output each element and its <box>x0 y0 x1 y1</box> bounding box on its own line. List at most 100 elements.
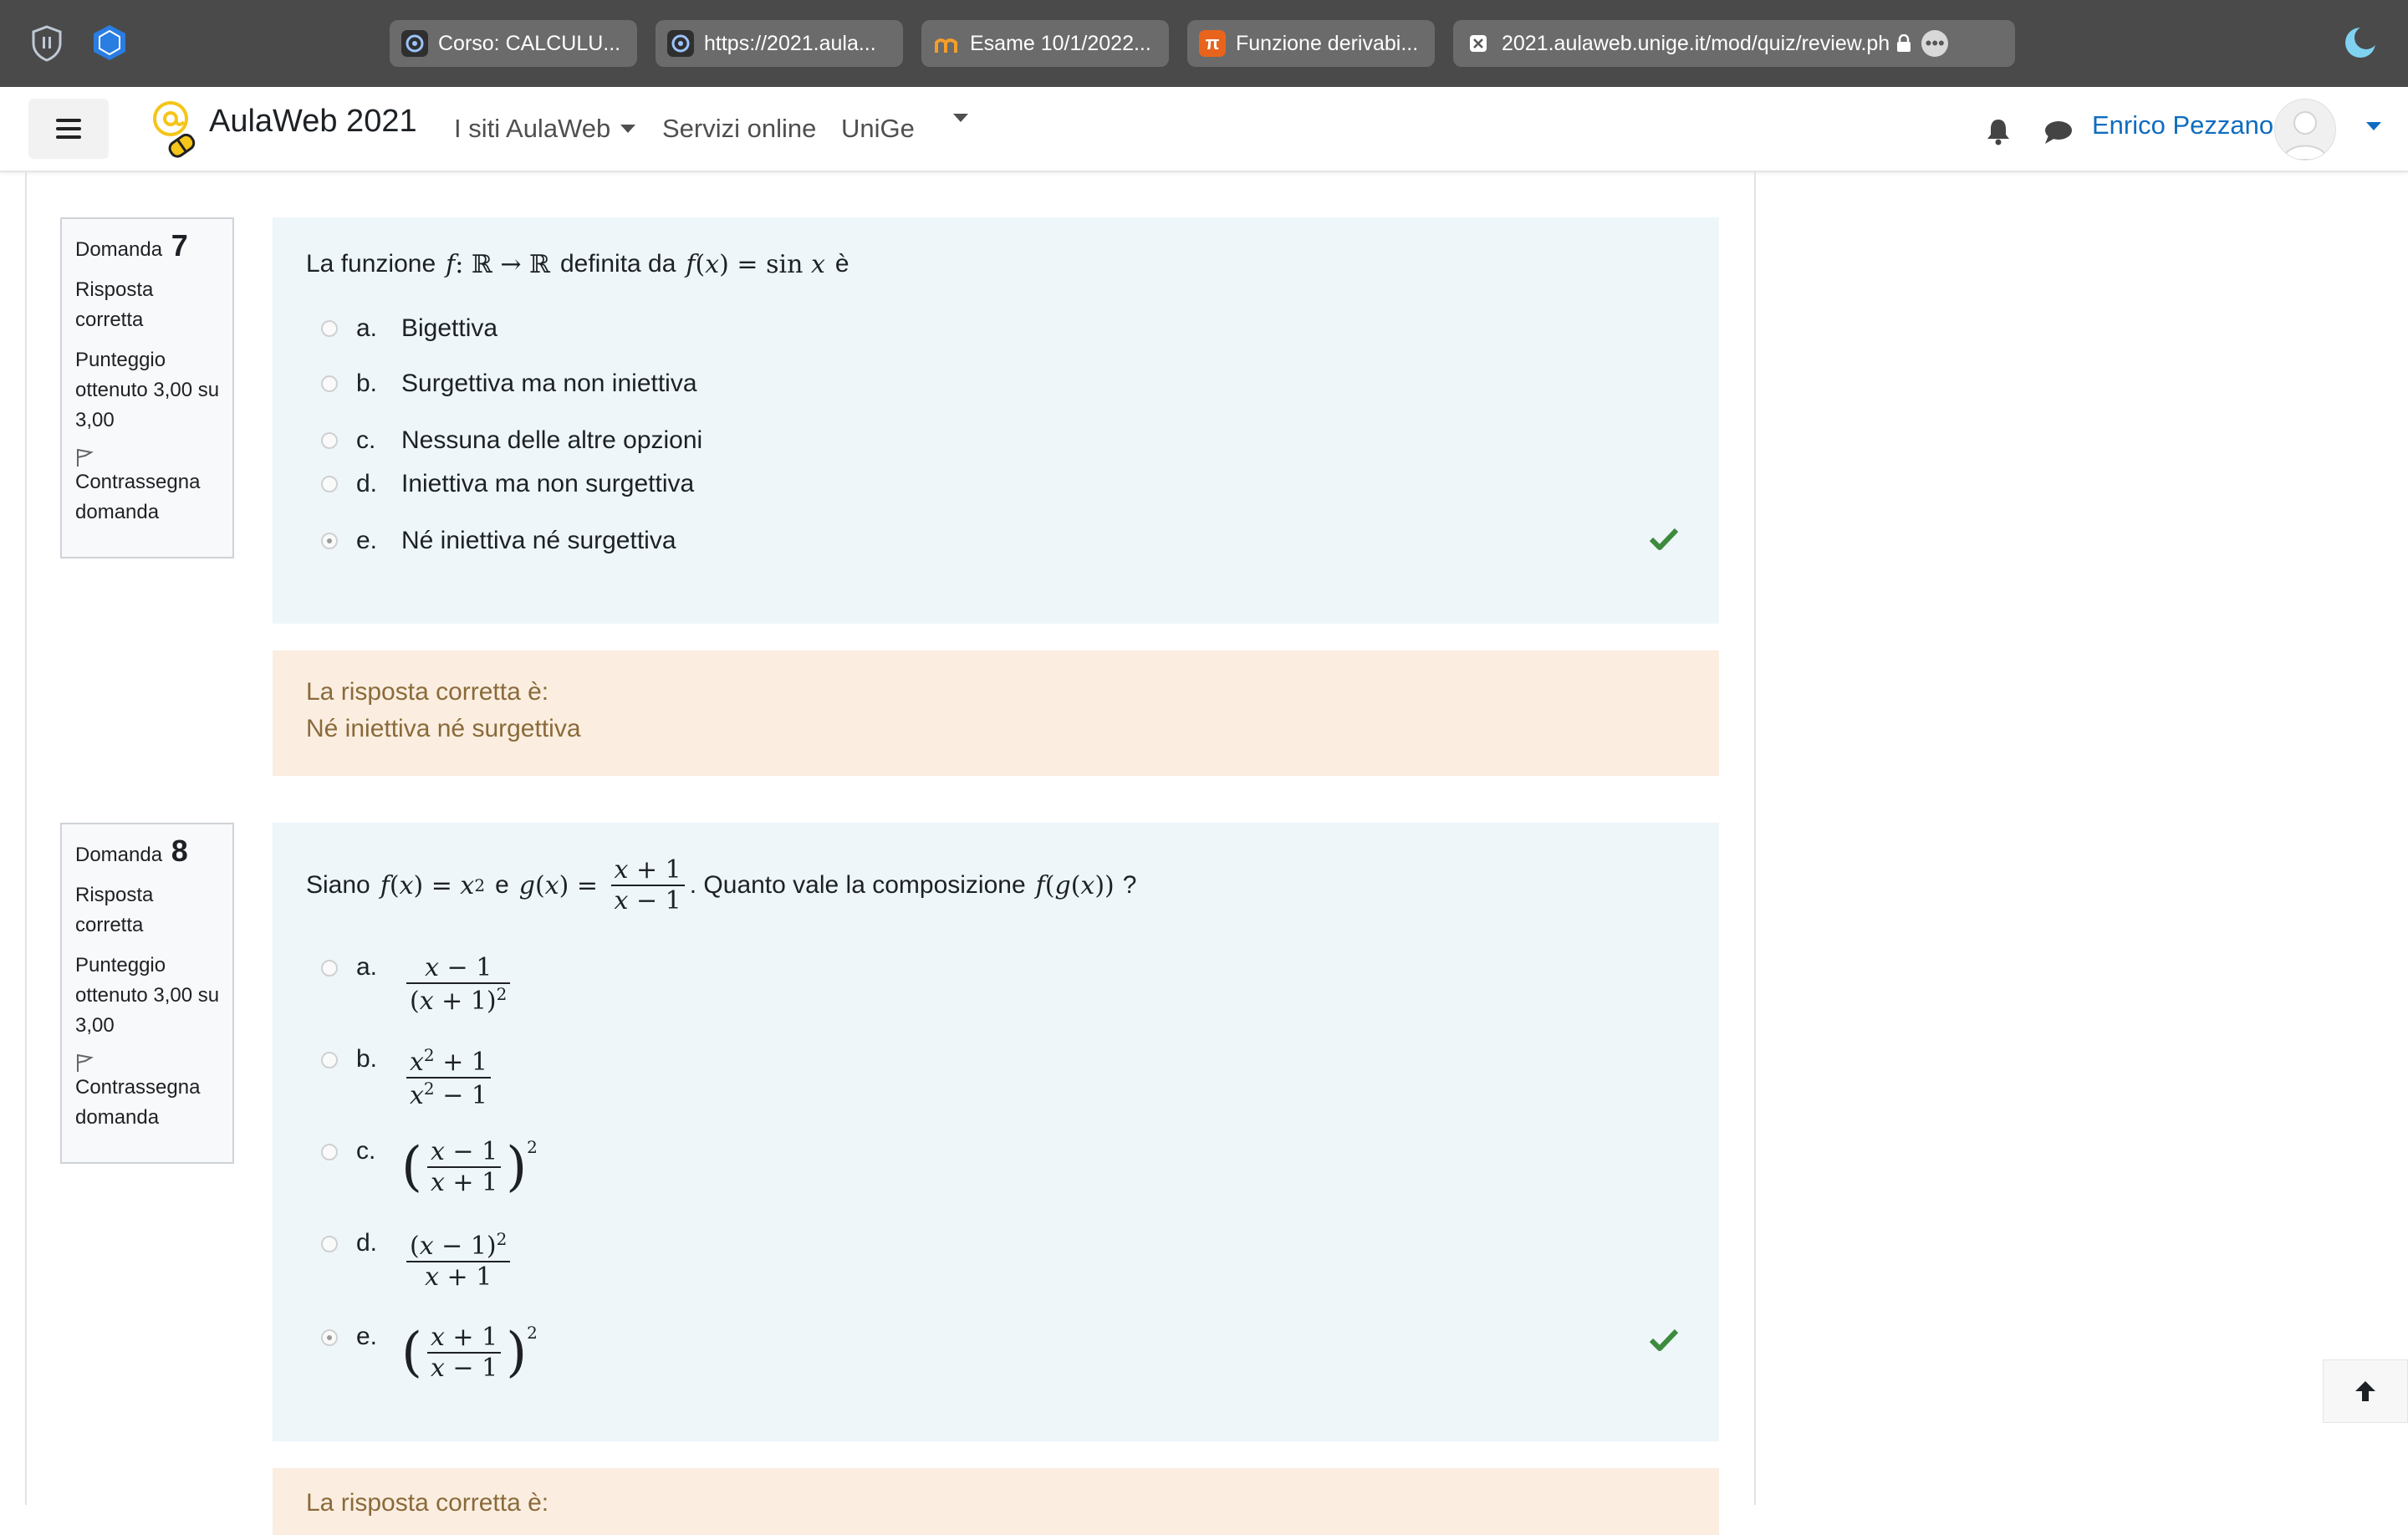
flag-question-link[interactable]: Contrassegna domanda <box>75 467 221 528</box>
question-text-mid: definita da <box>559 250 676 278</box>
math-symbol: ( <box>389 870 400 900</box>
option-text: Surgettiva ma non iniettiva <box>401 370 697 397</box>
math-var: x <box>705 249 720 279</box>
answer-option-c[interactable]: c. Nessuna delle altre opzioni <box>321 426 702 455</box>
math-symbol: ( <box>695 249 706 279</box>
answer-option-e[interactable]: e. ( x + 1x − 1 ) 2 <box>321 1323 538 1383</box>
option-letter: d. <box>356 470 378 497</box>
flag-icon[interactable] <box>75 1053 94 1073</box>
math-var: x <box>399 870 414 900</box>
chevron-down-icon <box>620 125 636 133</box>
browser-toolbar: Corso: CALCULU... https://2021.aula... E… <box>0 0 2408 87</box>
answer-option-d[interactable]: d. Iniettiva ma non surgettiva <box>321 470 694 498</box>
option-text: Né iniettiva né surgettiva <box>401 527 676 554</box>
question-info-panel: Domanda 7 Risposta corretta Punteggio ot… <box>60 217 234 558</box>
math-paren: ( <box>401 1136 422 1198</box>
messages-chat-icon[interactable] <box>2043 119 2074 145</box>
aulaweb-favicon-icon <box>401 30 428 57</box>
site-navbar: AulaWeb 2021 I siti AulaWeb Servizi onli… <box>0 87 2408 172</box>
question-text-suffix: è <box>834 250 849 278</box>
option-letter: b. <box>356 370 378 397</box>
extension-hexagon-icon[interactable] <box>90 23 129 62</box>
math-paren: ( <box>401 1322 422 1384</box>
night-mode-icon[interactable] <box>2343 25 2378 60</box>
privacy-shield-icon[interactable] <box>30 25 64 62</box>
math-exponent: 2 <box>527 1137 538 1157</box>
question-text-box: La funzione f : ℝ → ℝ definita da f (x) … <box>273 217 1719 624</box>
browser-tab[interactable]: Esame 10/1/2022... <box>921 20 1169 67</box>
option-text: Nessuna delle altre opzioni <box>401 426 703 454</box>
radio-button[interactable] <box>321 1052 338 1068</box>
user-name[interactable]: Enrico Pezzano <box>2092 110 2273 140</box>
flag-icon[interactable] <box>75 447 94 467</box>
browser-tab[interactable]: π Funzione derivabi... <box>1187 20 1435 67</box>
option-letter: d. <box>356 1229 378 1257</box>
math-symbol: ( <box>534 870 545 900</box>
radio-button[interactable] <box>321 320 338 337</box>
option-letter: b. <box>356 1045 378 1073</box>
nav-menu-siti-aulaweb[interactable]: I siti AulaWeb <box>454 114 636 144</box>
math-symbol: ) = <box>559 870 606 900</box>
option-letter: c. <box>356 426 376 454</box>
notifications-bell-icon[interactable] <box>1985 117 2012 145</box>
active-tab-url[interactable]: 2021.aulaweb.unige.it/mod/quiz/review.ph… <box>1453 20 2015 67</box>
math-fraction: x − 1 (x + 1)2 <box>406 953 511 1016</box>
option-letter: a. <box>356 953 378 981</box>
question-label: Domanda <box>75 238 163 261</box>
answer-option-a[interactable]: a. x − 1 (x + 1)2 <box>321 953 515 1016</box>
question-text-suffix: . Quanto vale la composizione <box>689 871 1026 899</box>
math-var: x <box>810 249 825 279</box>
math-symbol: )) <box>1094 870 1115 900</box>
answer-option-b[interactable]: b. x2 + 1 x2 − 1 <box>321 1045 496 1110</box>
correct-check-icon <box>1649 528 1679 550</box>
aulaweb-logo-icon[interactable] <box>150 100 197 159</box>
radio-button[interactable] <box>321 375 338 392</box>
question-score: Punteggio ottenuto 3,00 su 3,00 <box>75 349 220 431</box>
math-composition: f <box>1035 870 1045 900</box>
tab-title: https://2021.aula... <box>704 31 876 55</box>
radio-button[interactable] <box>321 476 338 492</box>
option-letter: c. <box>356 1137 376 1165</box>
radio-button[interactable] <box>321 960 338 977</box>
radio-button-selected[interactable] <box>321 533 338 549</box>
nav-menu-servizi-online[interactable]: Servizi online <box>662 114 816 144</box>
answer-option-d[interactable]: d. (x − 1)2 x + 1 <box>321 1229 515 1292</box>
math-function-signature: f <box>446 249 456 279</box>
correct-check-icon <box>1649 1328 1679 1351</box>
chevron-down-icon <box>953 114 968 122</box>
nav-more-dropdown[interactable] <box>943 114 968 122</box>
pi-favicon-icon: π <box>1199 30 1226 57</box>
close-tab-icon[interactable] <box>1465 30 1492 57</box>
nav-menu-label: UniGe <box>841 114 915 143</box>
radio-button[interactable] <box>321 432 338 449</box>
flag-question-link[interactable]: Contrassegna domanda <box>75 1073 221 1133</box>
radio-button[interactable] <box>321 1236 338 1252</box>
answer-option-e[interactable]: e. Né iniettiva né surgettiva <box>321 527 676 555</box>
back-to-top-button[interactable] <box>2323 1359 2408 1423</box>
radio-button[interactable] <box>321 1144 338 1160</box>
avatar[interactable] <box>2274 99 2336 161</box>
answer-option-b[interactable]: b. Surgettiva ma non iniettiva <box>321 370 697 398</box>
arrow-up-icon <box>2355 1381 2375 1401</box>
page-border-right <box>1754 171 1756 1505</box>
math-var: x <box>1080 870 1095 900</box>
question-status: Risposta corretta <box>75 278 154 331</box>
tab-title: Funzione derivabi... <box>1236 31 1419 55</box>
nav-menu-unige[interactable]: UniGe <box>841 114 915 144</box>
correct-answer-feedback: La risposta corretta è: Né iniettiva né … <box>273 650 1719 776</box>
menu-toggle-button[interactable] <box>28 99 109 159</box>
site-brand[interactable]: AulaWeb 2021 <box>209 104 417 140</box>
more-options-icon[interactable]: ••• <box>1921 30 1949 57</box>
url-text: 2021.aulaweb.unige.it/mod/quiz/review.ph <box>1502 31 1890 55</box>
browser-tab[interactable]: Corso: CALCULU... <box>390 20 637 67</box>
math-paren: ) <box>506 1322 528 1384</box>
question-text: La funzione f : ℝ → ℝ definita da f (x) … <box>306 239 849 289</box>
answer-option-a[interactable]: a. Bigettiva <box>321 314 497 343</box>
math-var: g <box>1054 870 1071 900</box>
user-menu-chevron-icon[interactable] <box>2366 122 2381 130</box>
answer-option-c[interactable]: c. ( x − 1x + 1 ) 2 <box>321 1137 538 1197</box>
browser-tab[interactable]: https://2021.aula... <box>656 20 903 67</box>
option-text: Iniettiva ma non surgettiva <box>401 470 695 497</box>
math-fraction: x − 1x + 1 <box>426 1137 502 1197</box>
radio-button-selected[interactable] <box>321 1329 338 1346</box>
